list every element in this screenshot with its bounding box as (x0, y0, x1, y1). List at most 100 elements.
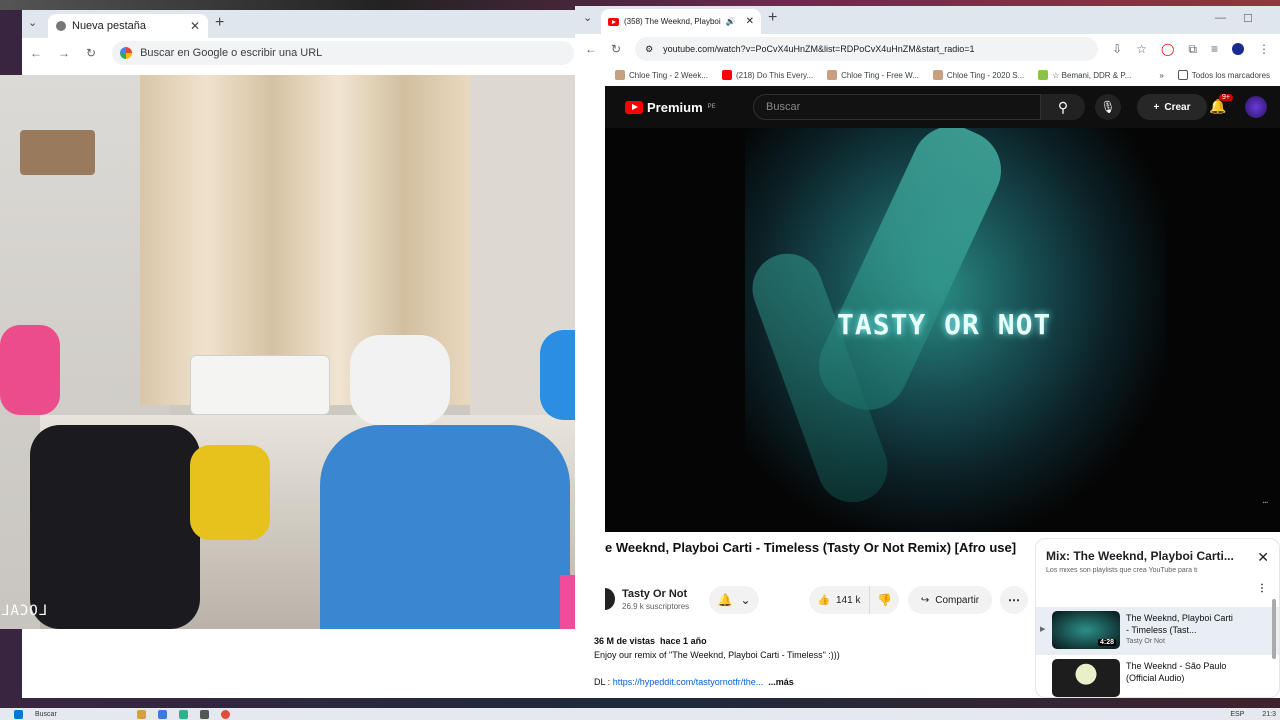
mix-title: Mix: The Weeknd, Playboi Carti... (1046, 549, 1234, 563)
like-button[interactable]: 👍 141 k (809, 586, 869, 614)
taskbar-search[interactable]: Buscar (35, 711, 125, 718)
google-icon (120, 47, 133, 59)
back-icon[interactable]: ← (30, 46, 42, 60)
tab-list-chevron-icon[interactable]: ⌄ (583, 8, 592, 28)
channel-avatar[interactable] (605, 588, 615, 610)
bookmark-item[interactable]: (218) Do This Every... (722, 70, 813, 80)
forward-icon[interactable]: → (58, 46, 70, 60)
subscriber-count: 26.9 k suscriptores (622, 602, 690, 611)
url-text: youtube.com/watch?v=PoCvX4uHnZM&list=RDP… (663, 44, 975, 54)
notification-badge: 9+ (1219, 94, 1233, 101)
reload-icon[interactable]: ↻ (86, 46, 96, 60)
install-icon[interactable]: ⇩ (1112, 42, 1122, 56)
opera-icon[interactable]: ◯ (1161, 42, 1174, 56)
speaker-icon[interactable]: 🔊 (726, 17, 736, 26)
playlist-item[interactable]: ▶ 4:28 The Weeknd, Playboi Carti - Timel… (1036, 607, 1279, 655)
playlist-item-title: The Weeknd, Playboi Carti - Timeless (Ta… (1126, 613, 1233, 635)
youtube-page: Premium PE Buscar ⚲ 🎙 + Crear 🔔 9+ TASTY O… (605, 86, 1280, 698)
youtube-logo-icon (625, 100, 643, 114)
blue-cloth (320, 425, 570, 629)
chevron-down-icon: ⌄ (740, 593, 751, 607)
download-link[interactable]: https://hypeddit.com/tastyornotfr/the... (613, 677, 764, 687)
video-overlay-text: TASTY OR NOT (837, 308, 1052, 341)
star-icon[interactable]: ☆ (1136, 42, 1147, 56)
more-actions-button[interactable]: ⋯ (1000, 586, 1028, 614)
windows-start-icon[interactable] (14, 709, 23, 719)
share-icon: ↪ (920, 594, 930, 606)
pink-bag (0, 325, 60, 415)
avatar[interactable] (1245, 96, 1267, 118)
taskbar: Buscar ESP 21:3 (0, 708, 1280, 720)
media-icon[interactable]: ≡ (1211, 42, 1218, 56)
search-icon: ⚲ (1057, 98, 1069, 115)
language-indicator[interactable]: ESP (1230, 711, 1244, 718)
channel-row: Tasty Or Not 26.9 k suscriptores 🔔 ⌄ 👍 141… (605, 586, 1035, 616)
search-button[interactable]: ⚲ (1041, 94, 1085, 120)
share-button[interactable]: ↪ Compartir (908, 586, 992, 614)
video-info: e Weeknd, Playboi Carti - Timeless (Tast… (605, 538, 1035, 614)
show-more-link[interactable]: ...más (768, 677, 794, 687)
view-count: 36 M de vistas (594, 636, 656, 646)
youtube-search-input[interactable]: Buscar (753, 94, 1041, 120)
playlist-item[interactable]: The Weeknd - São Paulo (Official Audio) (1036, 655, 1279, 697)
right-toolbar: ← ↻ ⚙ youtube.com/watch?v=PoCvX4uHnZM&li… (575, 34, 1280, 64)
subscription-bell-button[interactable]: 🔔 ⌄ (709, 586, 759, 614)
youtube-premium-logo[interactable]: Premium PE (625, 100, 716, 115)
thumbs-down-icon: 👎 (877, 593, 892, 607)
address-bar[interactable]: ⚙ youtube.com/watch?v=PoCvX4uHnZM&list=R… (635, 37, 1099, 61)
channel-name[interactable]: Tasty Or Not (622, 588, 687, 600)
bookmark-item[interactable]: Chloe Ting - 2 Week... (615, 70, 708, 80)
scrollbar[interactable] (1272, 599, 1276, 659)
new-tab-button[interactable]: + (768, 8, 777, 28)
reload-icon[interactable]: ↻ (611, 42, 621, 56)
dislike-button[interactable]: 👎 (869, 586, 899, 614)
video-title: e Weeknd, Playboi Carti - Timeless (Tast… (605, 540, 1017, 555)
close-tab-icon[interactable]: ✕ (746, 16, 754, 27)
taskbar-app-icon[interactable] (179, 709, 188, 719)
taskbar-app-icon[interactable] (200, 709, 209, 719)
bookmark-item[interactable]: ☆ Bemani, DDR & P... (1038, 70, 1131, 80)
mix-menu-icon[interactable]: ⋮ (1257, 583, 1267, 594)
webcam-overlay-text: LOCAL (0, 603, 48, 619)
new-tab-button[interactable]: + (215, 13, 224, 33)
more-bookmarks-icon[interactable]: » (1159, 71, 1163, 80)
chrome-taskbar-icon[interactable] (221, 709, 230, 719)
taskbar-app-icon[interactable] (158, 709, 167, 719)
bookmark-item[interactable]: Chloe Ting - 2020 S... (932, 70, 1024, 80)
back-icon[interactable]: ← (585, 42, 597, 56)
black-clothes (30, 425, 200, 629)
right-tab-bar: ⌄ (358) The Weeknd, Playboi 🔊 ✕ + — ☐ (575, 6, 1280, 34)
video-player[interactable]: TASTY OR NOT ▪▪▪ (605, 128, 1280, 532)
bookmark-item[interactable]: Chloe Ting - Free W... (827, 70, 919, 80)
microphone-icon: 🎙 (1100, 100, 1116, 114)
plus-icon: + (1153, 101, 1160, 113)
close-tab-icon[interactable]: ✕ (190, 19, 200, 33)
duration: 4:28 (1097, 639, 1116, 646)
taskbar-app-icon[interactable] (137, 709, 146, 719)
playlist-item-channel: Tasty Or Not (1126, 638, 1165, 645)
voice-search-button[interactable]: 🎙 (1095, 94, 1121, 120)
minimize-icon[interactable]: — (1215, 12, 1226, 24)
share-label: Compartir (935, 594, 980, 606)
create-button[interactable]: + Crear (1137, 94, 1207, 120)
maximize-icon[interactable]: ☐ (1243, 12, 1253, 25)
video-description[interactable]: 36 M de vistas hace 1 año Enjoy our remi… (591, 628, 1026, 698)
video-thumbnail: 4:28 (1052, 611, 1120, 649)
clock[interactable]: 21:3 (1262, 711, 1276, 718)
playlist-item-title: The Weeknd - São Paulo (Official Audio) (1126, 661, 1227, 683)
close-icon[interactable]: ✕ (1257, 549, 1269, 566)
site-info-icon[interactable]: ⚙ (645, 44, 653, 55)
bookmark-folder-all[interactable]: Todos los marcadores (1177, 70, 1270, 80)
bell-icon: 🔔 (717, 593, 733, 607)
profile-icon[interactable] (1232, 43, 1244, 55)
tab-new-tab[interactable]: Nueva pestaña ✕ (48, 14, 208, 38)
tab-title: Nueva pestaña (72, 20, 146, 32)
omnibox[interactable]: Buscar en Google o escribir una URL (112, 41, 574, 65)
tab-list-chevron-icon[interactable]: ⌄ (28, 13, 37, 33)
tab-title: (358) The Weeknd, Playboi (624, 17, 721, 26)
mix-playlist-panel: Mix: The Weeknd, Playboi Carti... Los mi… (1035, 538, 1280, 698)
yellow-bag (190, 445, 270, 540)
extensions-icon[interactable]: ⧉ (1188, 42, 1197, 57)
menu-icon[interactable]: ⋮ (1258, 42, 1270, 56)
tab-youtube[interactable]: (358) The Weeknd, Playboi 🔊 ✕ (601, 9, 761, 34)
